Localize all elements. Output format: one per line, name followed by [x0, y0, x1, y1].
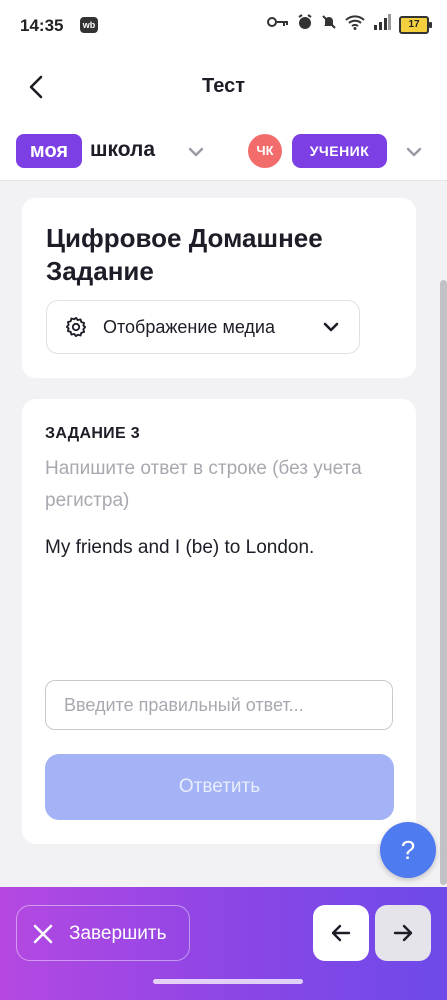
- page-title: Тест: [202, 75, 245, 97]
- next-task-button[interactable]: [375, 905, 431, 961]
- wifi-icon: [345, 14, 365, 35]
- task-card: ЗАДАНИЕ 3 Напишите ответ в строке (без у…: [22, 399, 416, 844]
- status-bar: 14:35 wb 17: [0, 0, 447, 52]
- app-bar: Тест: [0, 52, 447, 122]
- brand-bar: моя школа ЧК УЧЕНИК: [0, 122, 447, 181]
- chevron-down-icon: [323, 322, 339, 332]
- battery-icon: 17: [399, 15, 432, 34]
- signal-icon: [373, 14, 391, 35]
- help-button[interactable]: ?: [380, 822, 436, 878]
- arrow-left-icon: [331, 924, 351, 942]
- home-indicator[interactable]: [153, 979, 303, 984]
- answer-input[interactable]: [45, 680, 393, 730]
- bottom-bar: Завершить: [0, 887, 447, 1000]
- scrollbar[interactable]: [440, 280, 447, 885]
- close-icon: [33, 924, 53, 944]
- status-icons: 17: [267, 14, 432, 35]
- media-display-label: Отображение медиа: [103, 317, 276, 337]
- homework-title: Цифровое Домашнее Задание: [46, 223, 323, 286]
- arrow-right-icon: [393, 924, 413, 942]
- task-text: My friends and I (be) to London.: [45, 537, 315, 558]
- chevron-down-icon[interactable]: [404, 142, 424, 162]
- task-instruction: Напишите ответ в строке (без учета регис…: [45, 458, 362, 511]
- media-display-dropdown[interactable]: Отображение медиа: [46, 300, 360, 354]
- avatar[interactable]: ЧК: [248, 134, 282, 168]
- mute-icon: [321, 14, 337, 35]
- task-number: ЗАДАНИЕ 3: [45, 425, 140, 442]
- logo-box: моя: [16, 134, 82, 168]
- wb-badge: wb: [80, 17, 98, 33]
- key-icon: [267, 15, 289, 34]
- submit-answer-button[interactable]: Ответить: [45, 754, 394, 820]
- finish-button[interactable]: Завершить: [16, 905, 190, 961]
- homework-card: Цифровое Домашнее Задание Отображение ме…: [22, 198, 416, 378]
- chevron-down-icon[interactable]: [186, 142, 206, 162]
- role-badge[interactable]: УЧЕНИК: [292, 134, 387, 168]
- logo-text: школа: [90, 138, 156, 161]
- previous-task-button[interactable]: [313, 905, 369, 961]
- status-time: 14:35: [20, 16, 64, 35]
- alarm-icon: [297, 14, 313, 35]
- gear-icon: [65, 316, 87, 338]
- finish-label: Завершить: [69, 923, 167, 944]
